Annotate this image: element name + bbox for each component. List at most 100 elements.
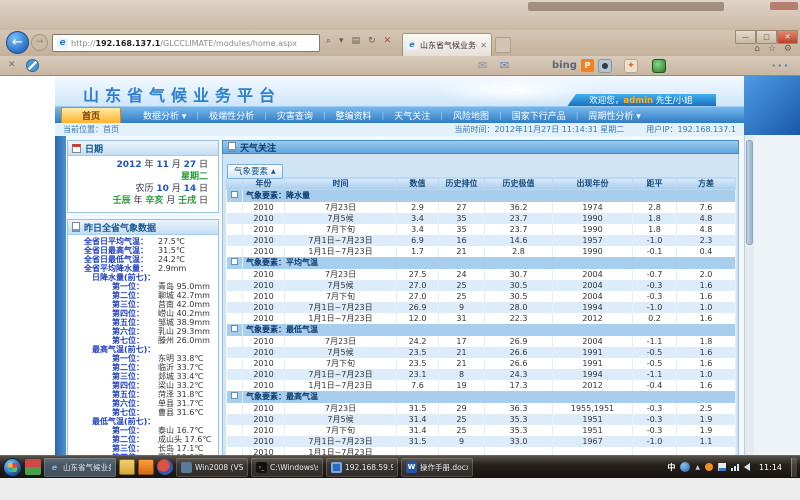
- table-cell: 27.0: [397, 280, 439, 291]
- table-cell: 2010: [243, 224, 285, 235]
- table-cell: -0.3: [633, 414, 677, 425]
- table-cell: 2010: [243, 302, 285, 313]
- group-checkbox[interactable]: [231, 392, 238, 399]
- favorites-icon[interactable]: ☆: [768, 44, 776, 54]
- table-row: 20107月5候27.02530.52004-0.31.6: [227, 280, 736, 291]
- globe-addon-icon[interactable]: [652, 59, 666, 73]
- weather-rank-line: 第二位：成山头 17.6℃: [70, 435, 216, 444]
- table-cell: 1955,1951: [553, 403, 633, 414]
- taskbar-window-button[interactable]: 192.168.59.99...: [326, 458, 398, 477]
- search-dropdown-icon[interactable]: ▾: [339, 36, 344, 46]
- nav-item-7[interactable]: 风险地图: [443, 109, 499, 122]
- table-cell: 7月5候: [285, 414, 397, 425]
- nav-item-4[interactable]: 灾害查询: [267, 109, 323, 122]
- search-icon[interactable]: ⌕: [326, 36, 331, 46]
- tray-app-icon[interactable]: [705, 463, 713, 471]
- input-method-indicator[interactable]: 中: [667, 462, 675, 473]
- weather-panel-body: 全省日平均气温：27.5℃全省日最高气温：31.5℃全省日最低气温：24.2℃全…: [68, 235, 218, 455]
- window-label: C:\Windows\s...: [270, 463, 318, 472]
- address-bar[interactable]: e http://192.168.137.1/GLCCLIMATE/module…: [52, 34, 320, 52]
- mail-icon[interactable]: ✉: [478, 59, 487, 72]
- table-cell: 1951: [553, 414, 633, 425]
- app-orange-icon[interactable]: [138, 459, 154, 475]
- nav-item-8[interactable]: 国家下行产品: [502, 109, 576, 122]
- mail-blue-icon[interactable]: ✉: [500, 59, 509, 72]
- new-tab-button[interactable]: [495, 37, 511, 53]
- forward-button[interactable]: →: [31, 34, 48, 51]
- table-cell: -1.0: [633, 302, 677, 313]
- table-cell: 2.5: [677, 403, 736, 414]
- table-row: 20107月23日2.92736.219742.87.6: [227, 202, 736, 213]
- start-button[interactable]: [3, 458, 22, 477]
- show-desktop-button[interactable]: [791, 458, 797, 477]
- weather-rank-line: 第三位：郯城 33.4℃: [70, 372, 216, 381]
- table-cell: 21: [439, 347, 485, 358]
- table-row: 20101月1日~7月23日12.03122.320120.21.6: [227, 313, 736, 324]
- term-icon: ›_: [256, 462, 267, 473]
- more-options-dots-icon[interactable]: •••: [772, 62, 790, 70]
- group-checkbox[interactable]: [231, 191, 238, 198]
- group-checkbox[interactable]: [231, 325, 238, 332]
- taskbar-window-button[interactable]: Win2008 (VS2...: [176, 458, 248, 477]
- nav-item-6[interactable]: 天气关注: [384, 109, 440, 122]
- nav-item-1[interactable]: 首页: [61, 107, 121, 124]
- sparkle-addon-icon[interactable]: ✦: [624, 59, 638, 73]
- stop-icon[interactable]: ✕: [384, 36, 392, 46]
- table-cell: [553, 447, 633, 456]
- weather-watch-header: 天气关注: [222, 140, 739, 154]
- table-cell: 1.9: [677, 425, 736, 436]
- media-player-icon[interactable]: [157, 459, 173, 475]
- table-cell: 2010: [243, 380, 285, 391]
- tray-expand-icon[interactable]: ▲: [695, 464, 700, 471]
- launcher-icon[interactable]: [25, 459, 41, 475]
- taskbar-window-button[interactable]: ›_C:\Windows\s...: [251, 458, 323, 477]
- table-cell: 22.3: [485, 313, 553, 324]
- settings-gear-icon[interactable]: ⚙: [784, 44, 792, 54]
- url-text[interactable]: http://192.168.137.1/GLCCLIMATE/modules/…: [71, 39, 297, 48]
- nav-item-9[interactable]: 周期性分析 ▾: [578, 109, 650, 122]
- compatibility-icon[interactable]: ▤: [352, 36, 361, 46]
- weather-stat-line: 全省日平均气温：27.5℃: [70, 237, 216, 246]
- camera-addon-icon[interactable]: [598, 59, 612, 73]
- table-cell: 7月1日~7月23日: [285, 436, 397, 447]
- browser-tab[interactable]: e 山东省气候业务平... ✕: [402, 33, 492, 56]
- maximize-button[interactable]: □: [756, 30, 777, 44]
- taskbar-window-button[interactable]: W操作手册.docx ...: [401, 458, 473, 477]
- close-button[interactable]: ✕: [777, 30, 798, 44]
- toolbar-close-icon[interactable]: ✕: [8, 60, 16, 70]
- table-cell: 2004: [553, 280, 633, 291]
- nav-item-5[interactable]: 整编资料: [326, 109, 382, 122]
- table-cell: 24.2: [397, 336, 439, 347]
- table-cell: -0.3: [633, 280, 677, 291]
- table-cell: 23.5: [397, 347, 439, 358]
- weather-rank-line: 第四位：梁山 33.2℃: [70, 381, 216, 390]
- nav-item-3[interactable]: 极端性分析: [199, 109, 264, 122]
- scrollbar-thumb[interactable]: [746, 140, 753, 245]
- blocked-content-icon[interactable]: [26, 59, 39, 72]
- table-cell: 2.0: [677, 269, 736, 280]
- group-checkbox[interactable]: [231, 258, 238, 265]
- ime-icon[interactable]: [680, 462, 690, 472]
- element-filter-button[interactable]: 气象要素 ▲: [227, 164, 283, 179]
- table-cell: 1.6: [677, 358, 736, 369]
- refresh-icon[interactable]: ↻: [368, 36, 376, 46]
- table-cell: 2010: [243, 336, 285, 347]
- table-cell: 35.3: [485, 425, 553, 436]
- network-icon[interactable]: [731, 464, 739, 471]
- vertical-scrollbar[interactable]: [744, 135, 754, 455]
- table-cell: 23.1: [397, 369, 439, 380]
- background-window-titlebar: [0, 0, 800, 30]
- table-cell: 21: [439, 246, 485, 257]
- back-button[interactable]: ←: [6, 31, 29, 54]
- action-center-flag-icon[interactable]: [718, 463, 726, 471]
- taskbar-clock[interactable]: 11:14: [759, 463, 782, 472]
- tab-close-icon[interactable]: ✕: [480, 41, 487, 50]
- nav-item-2[interactable]: 数据分析 ▾: [133, 109, 196, 122]
- taskbar-ie-button[interactable]: e 山东省气候业务平台: [44, 458, 116, 477]
- bing-search-icon[interactable]: P: [581, 59, 594, 72]
- volume-icon[interactable]: [744, 463, 750, 471]
- date-line: 星期二: [72, 171, 208, 183]
- minimize-button[interactable]: —: [735, 30, 756, 44]
- home-icon[interactable]: ⌂: [754, 44, 760, 54]
- explorer-icon[interactable]: [119, 459, 135, 475]
